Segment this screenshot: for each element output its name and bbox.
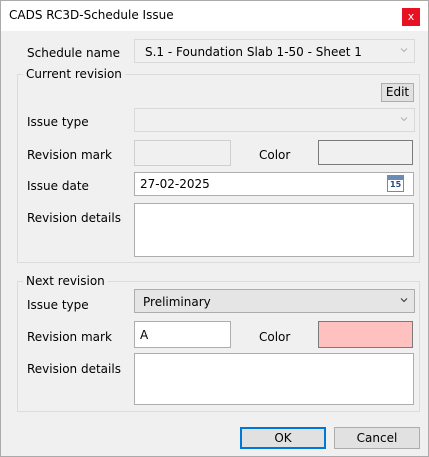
current-issue-type-label: Issue type xyxy=(27,115,89,129)
current-revision-title: Current revision xyxy=(23,67,125,81)
current-color-label: Color xyxy=(259,148,291,162)
next-revision-mark-field[interactable]: A xyxy=(134,321,231,348)
close-icon: x xyxy=(407,10,415,23)
next-color-label: Color xyxy=(259,330,291,344)
current-color-swatch[interactable] xyxy=(318,140,413,165)
schedule-name-label: Schedule name xyxy=(27,46,120,60)
current-revision-mark-field[interactable] xyxy=(134,140,231,166)
next-issue-type-label: Issue type xyxy=(27,298,89,312)
current-issue-date-value: 27-02-2025 xyxy=(140,177,210,191)
current-issue-date-label: Issue date xyxy=(27,179,89,193)
current-revision-details-label: Revision details xyxy=(27,211,121,225)
calendar-icon[interactable]: 15 xyxy=(387,175,404,192)
edit-button[interactable]: Edit xyxy=(381,83,414,102)
current-issue-date-field[interactable]: 27-02-2025 15 xyxy=(134,172,414,196)
dialog-window: CADS RC3D-Schedule Issue x Schedule name… xyxy=(0,0,429,457)
title-bar[interactable]: CADS RC3D-Schedule Issue x xyxy=(1,1,428,31)
next-revision-title: Next revision xyxy=(23,274,108,288)
schedule-name-value: S.1 - Foundation Slab 1-50 - Sheet 1 xyxy=(145,45,362,59)
next-revision-details-label: Revision details xyxy=(27,362,121,376)
next-issue-type-select[interactable]: Preliminary xyxy=(134,289,415,313)
current-revision-details-field[interactable] xyxy=(134,203,414,257)
chevron-down-icon xyxy=(400,48,408,53)
next-revision-mark-label: Revision mark xyxy=(27,330,112,344)
close-button[interactable]: x xyxy=(402,8,420,26)
cancel-button[interactable]: Cancel xyxy=(334,427,420,449)
current-issue-type-select[interactable] xyxy=(134,108,415,132)
schedule-name-select[interactable]: S.1 - Foundation Slab 1-50 - Sheet 1 xyxy=(134,39,415,63)
next-revision-mark-value: A xyxy=(140,328,149,342)
calendar-day: 15 xyxy=(390,180,402,189)
next-revision-details-field[interactable] xyxy=(134,353,414,405)
current-revision-mark-label: Revision mark xyxy=(27,148,112,162)
chevron-down-icon xyxy=(400,117,408,122)
ok-button[interactable]: OK xyxy=(240,427,326,449)
chevron-down-icon xyxy=(400,298,408,303)
next-issue-type-value: Preliminary xyxy=(143,295,211,309)
next-color-swatch[interactable] xyxy=(318,321,413,348)
window-title: CADS RC3D-Schedule Issue xyxy=(9,8,174,22)
